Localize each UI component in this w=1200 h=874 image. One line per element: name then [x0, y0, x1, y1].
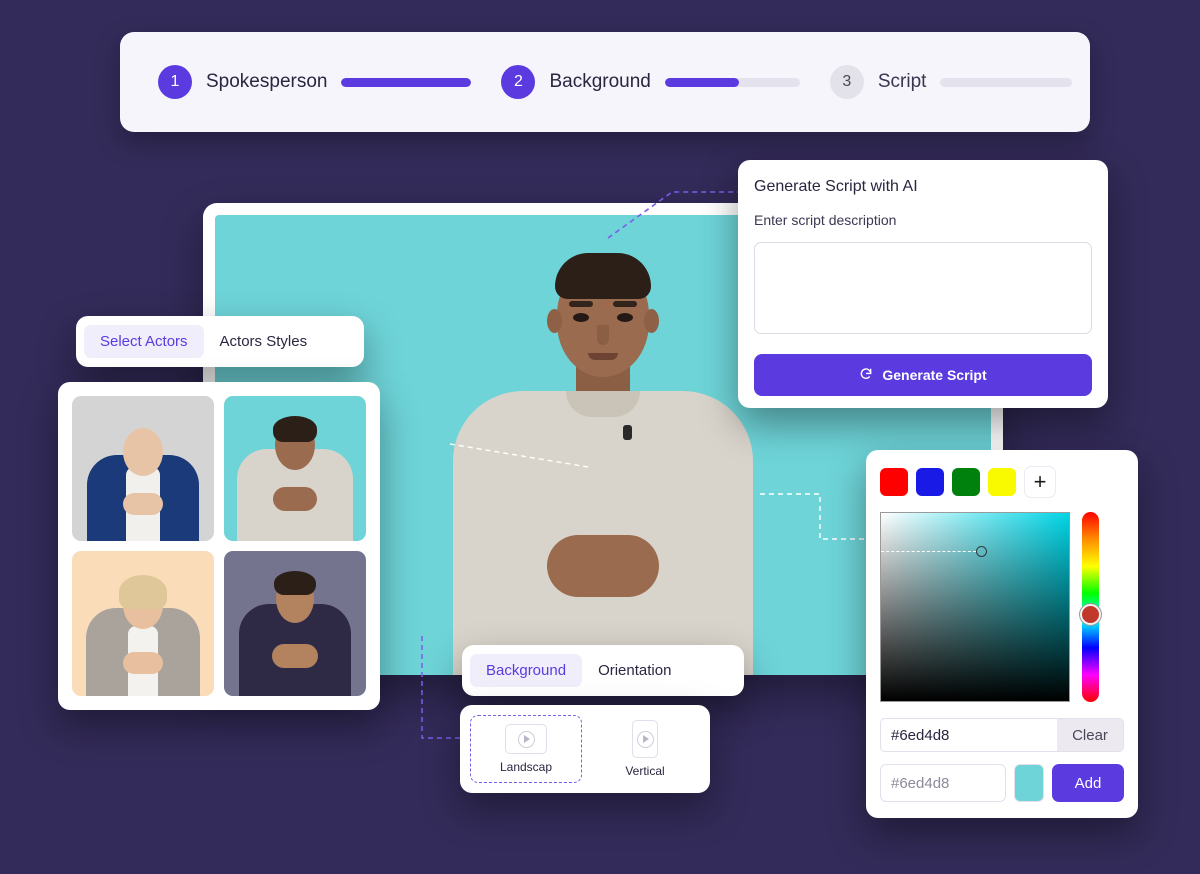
orientation-option-vertical[interactable]: Vertical — [590, 715, 700, 783]
step-number-2: 2 — [501, 65, 536, 99]
step-label-script: Script — [877, 71, 927, 92]
color-picker-panel: + #6ed4d8 Clear #6ed4d8 Add — [866, 450, 1138, 818]
hue-slider-handle[interactable] — [1080, 604, 1101, 625]
step-number-1: 1 — [158, 65, 192, 99]
swatch-green[interactable] — [952, 468, 980, 496]
step-progress-3 — [940, 77, 1073, 87]
clear-button[interactable]: Clear — [1057, 719, 1123, 751]
script-panel-title: Generate Script with AI — [754, 178, 918, 195]
orientation-panel: Landscap Vertical — [460, 705, 710, 793]
hex-value-input[interactable]: #6ed4d8 — [881, 719, 1057, 751]
add-color-input[interactable]: #6ed4d8 — [880, 764, 1006, 802]
step-label-background: Background — [549, 71, 651, 92]
generate-script-panel: Generate Script with AI Enter script des… — [738, 160, 1108, 408]
app-canvas: 1 Spokesperson 2 Background 3 Script Gen… — [0, 0, 1200, 874]
actor-thumbnail-man-polo[interactable] — [224, 551, 366, 696]
tab-select-actors[interactable]: Select Actors — [84, 325, 204, 358]
actors-tab-bar: Select Actors Actors Styles — [76, 316, 364, 367]
step-number-3: 3 — [829, 65, 864, 99]
orientation-label-vertical: Vertical — [625, 764, 665, 778]
actor-thumbnail-man-teal[interactable] — [224, 396, 366, 541]
generate-script-label: Generate Script — [882, 367, 987, 383]
step-label-spokesperson: Spokesperson — [206, 71, 328, 92]
play-vertical-icon — [632, 720, 658, 758]
color-preview-swatch — [1014, 764, 1044, 802]
plus-icon[interactable]: + — [1024, 466, 1056, 498]
refresh-icon — [859, 367, 873, 384]
orientation-label-landscape: Landscap — [499, 760, 553, 774]
add-color-button[interactable]: Add — [1052, 764, 1124, 802]
background-tab-bar: Background Orientation — [462, 645, 744, 696]
orientation-option-landscape[interactable]: Landscap — [470, 715, 582, 783]
tab-orientation[interactable]: Orientation — [582, 654, 687, 687]
step-spokesperson[interactable]: 1 Spokesperson — [158, 65, 472, 99]
tab-actors-styles[interactable]: Actors Styles — [204, 325, 324, 358]
play-landscape-icon — [505, 724, 547, 754]
generate-script-button[interactable]: Generate Script — [754, 354, 1092, 396]
step-background[interactable]: 2 Background — [501, 65, 800, 99]
tab-background[interactable]: Background — [470, 654, 583, 687]
script-description-label: Enter script description — [754, 212, 897, 228]
saturation-handle[interactable] — [976, 546, 987, 557]
swatch-yellow[interactable] — [988, 468, 1016, 496]
step-progress-1 — [341, 77, 472, 87]
actor-thumbnail-businesswoman[interactable] — [72, 396, 214, 541]
hue-slider[interactable] — [1080, 512, 1101, 702]
step-progress-2 — [664, 77, 800, 87]
swatch-red[interactable] — [880, 468, 908, 496]
step-script[interactable]: 3 Script — [829, 65, 1073, 99]
swatch-blue[interactable] — [916, 468, 944, 496]
saturation-value-field[interactable] — [880, 512, 1070, 702]
spokesperson-avatar — [438, 235, 768, 675]
hex-value-row: #6ed4d8 Clear — [880, 718, 1124, 752]
script-description-input[interactable] — [754, 242, 1092, 334]
progress-stepper: 1 Spokesperson 2 Background 3 Script — [120, 32, 1090, 132]
color-swatch-row: + — [880, 466, 1124, 498]
actors-grid-panel — [58, 382, 380, 710]
actor-thumbnail-senior-woman[interactable] — [72, 551, 214, 696]
